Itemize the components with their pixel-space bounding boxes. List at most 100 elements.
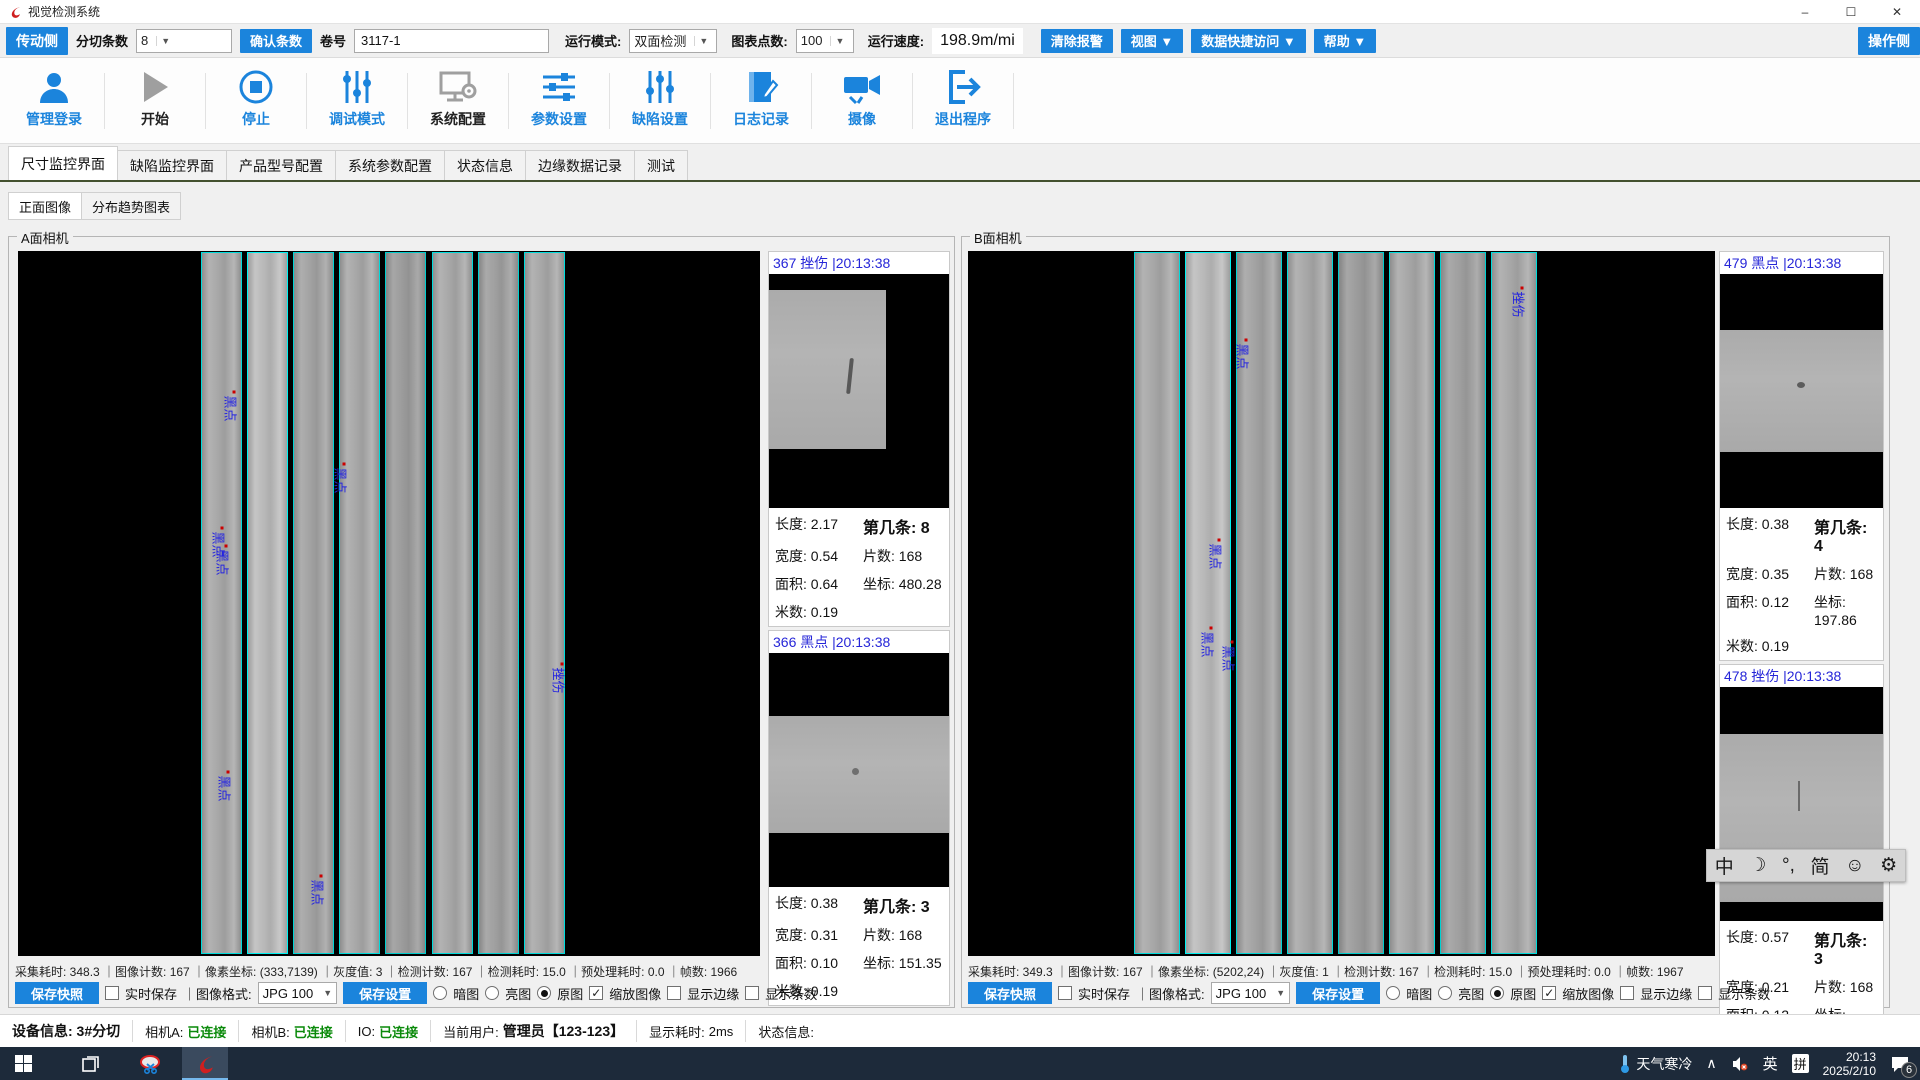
- stat-strip-no: 第几条: 4: [1814, 514, 1877, 556]
- defect-settings-button[interactable]: 缺陷设置: [616, 65, 704, 137]
- bright-image-radio[interactable]: [485, 986, 499, 1000]
- ime-chinese-mode[interactable]: 中: [1715, 852, 1734, 879]
- chart-points-select[interactable]: 100▼: [796, 29, 854, 53]
- film-strip: [1134, 252, 1180, 954]
- notification-center-button[interactable]: 6: [1890, 1055, 1910, 1073]
- ime-indicator[interactable]: 拼: [1792, 1054, 1809, 1073]
- punctuation-mode-icon[interactable]: °,: [1782, 855, 1795, 877]
- image-format-value: JPG 100: [263, 986, 314, 1001]
- volume-muted-icon[interactable]: [1731, 1056, 1749, 1072]
- film-strip: [1185, 252, 1231, 954]
- roll-number-input[interactable]: 3117-1: [354, 29, 549, 53]
- bright-image-radio[interactable]: [1438, 986, 1452, 1000]
- close-button[interactable]: ✕: [1874, 0, 1920, 24]
- tab-status-info[interactable]: 状态信息: [444, 150, 526, 180]
- tab-test[interactable]: 测试: [634, 150, 688, 180]
- moon-icon[interactable]: ☽: [1749, 854, 1766, 877]
- play-icon: [138, 65, 172, 105]
- realtime-save-checkbox[interactable]: [105, 986, 119, 1000]
- realtime-save-label: 实时保存: [1078, 984, 1130, 1003]
- defect-mark: [1797, 382, 1805, 388]
- tab-system-params[interactable]: 系统参数配置: [335, 150, 445, 180]
- zoom-image-checkbox[interactable]: ✓: [1542, 986, 1556, 1000]
- main-tab-bar: 尺寸监控界面 缺陷监控界面 产品型号配置 系统参数配置 状态信息 边缘数据记录 …: [8, 150, 687, 180]
- sliders-vertical-icon: [642, 65, 678, 105]
- log-record-button[interactable]: 日志记录: [717, 65, 805, 137]
- display-time-label: 显示耗时:: [649, 1022, 705, 1041]
- dark-image-radio[interactable]: [1386, 986, 1400, 1000]
- subtab-trend-chart[interactable]: 分布趋势图表: [81, 192, 181, 220]
- run-mode-value: 双面检测: [634, 31, 686, 50]
- start-button[interactable]: 开始: [111, 65, 199, 137]
- tab-product-model[interactable]: 产品型号配置: [226, 150, 336, 180]
- show-strips-checkbox[interactable]: [745, 986, 759, 1000]
- original-image-label: 原图: [1510, 984, 1536, 1003]
- language-indicator[interactable]: 英: [1763, 1053, 1778, 1074]
- user-icon: [36, 65, 72, 105]
- film-strip: [293, 252, 334, 954]
- task-view-button[interactable]: [68, 1047, 114, 1080]
- zoom-image-label: 缩放图像: [1562, 984, 1614, 1003]
- help-menu-button[interactable]: 帮助 ▼: [1314, 29, 1376, 53]
- image-format-select[interactable]: JPG 100▼: [1211, 982, 1291, 1004]
- system-config-button[interactable]: 系统配置: [414, 65, 502, 137]
- login-button[interactable]: 管理登录: [10, 65, 98, 137]
- show-edge-checkbox[interactable]: [667, 986, 681, 1000]
- command-bar: 传动侧 分切条数 8▼ 确认条数 卷号 3117-1 运行模式: 双面检测▼ 图…: [0, 24, 1920, 58]
- operate-side-button[interactable]: 操作侧: [1858, 27, 1920, 55]
- image-format-select[interactable]: JPG 100▼: [258, 982, 338, 1004]
- tray-expand-button[interactable]: ∧: [1706, 1055, 1716, 1072]
- clear-alarm-button[interactable]: 清除报警: [1041, 29, 1113, 53]
- drive-side-button[interactable]: 传动侧: [6, 27, 68, 55]
- clock[interactable]: 20:13 2025/2/10: [1823, 1050, 1876, 1078]
- slit-count-value: 8: [141, 33, 148, 48]
- show-edge-checkbox[interactable]: [1620, 986, 1634, 1000]
- zoom-image-checkbox[interactable]: ✓: [589, 986, 603, 1000]
- run-mode-select[interactable]: 双面检测▼: [629, 29, 717, 53]
- slit-count-select[interactable]: 8▼: [136, 29, 232, 53]
- simplified-mode[interactable]: 简: [1811, 852, 1830, 879]
- original-image-radio[interactable]: [1490, 986, 1504, 1000]
- maximize-button[interactable]: ☐: [1828, 0, 1874, 24]
- tab-defect-monitor[interactable]: 缺陷监控界面: [117, 150, 227, 180]
- minimize-button[interactable]: –: [1782, 0, 1828, 24]
- show-strips-checkbox[interactable]: [1698, 986, 1712, 1000]
- save-settings-button[interactable]: 保存设置: [1296, 982, 1380, 1004]
- realtime-save-checkbox[interactable]: [1058, 986, 1072, 1000]
- debug-mode-button[interactable]: 调试模式: [313, 65, 401, 137]
- camera-a-conn-label: 相机A:: [145, 1022, 183, 1041]
- dark-image-radio[interactable]: [433, 986, 447, 1000]
- stop-button[interactable]: 停止: [212, 65, 300, 137]
- film-strip: [1491, 252, 1537, 954]
- snipping-tool-button[interactable]: [128, 1047, 174, 1080]
- show-edge-label: 显示边缘: [1640, 984, 1692, 1003]
- tab-size-monitor[interactable]: 尺寸监控界面: [8, 146, 118, 180]
- defect-header: 479 黑点 |20:13:38: [1720, 252, 1883, 274]
- save-settings-button[interactable]: 保存设置: [343, 982, 427, 1004]
- save-snapshot-button[interactable]: 保存快照: [15, 982, 99, 1004]
- subtab-front-image[interactable]: 正面图像: [8, 192, 82, 220]
- save-snapshot-button[interactable]: 保存快照: [968, 982, 1052, 1004]
- view-menu-button[interactable]: 视图 ▼: [1121, 29, 1183, 53]
- gear-icon[interactable]: ⚙: [1880, 854, 1897, 877]
- divider: [104, 73, 105, 129]
- data-quick-access-button[interactable]: 数据快捷访问 ▼: [1191, 29, 1305, 53]
- original-image-radio[interactable]: [537, 986, 551, 1000]
- stat-width: 宽度: 0.54: [775, 546, 863, 566]
- icon-toolbar: 管理登录 开始 停止 调试模式 系统配置 参数设置 缺陷设置 日志记录 摄像 退…: [0, 58, 1920, 144]
- confirm-count-button[interactable]: 确认条数: [240, 29, 312, 53]
- defect-marker: 黑点: [332, 467, 351, 493]
- slit-count-label: 分切条数: [76, 31, 128, 50]
- emoji-icon[interactable]: ☺: [1845, 855, 1864, 877]
- tool-label: 缺陷设置: [632, 109, 688, 129]
- tab-edge-data[interactable]: 边缘数据记录: [525, 150, 635, 180]
- exit-program-button[interactable]: 退出程序: [919, 65, 1007, 137]
- chevron-down-icon: ▼: [1276, 988, 1285, 998]
- weather-indicator[interactable]: 天气寒冷: [1618, 1054, 1692, 1074]
- vision-app-taskbar-button[interactable]: [182, 1047, 228, 1080]
- show-strips-label: 显示条数: [765, 984, 817, 1003]
- stat-length: 长度: 0.57: [1726, 927, 1814, 969]
- capture-button[interactable]: 摄像: [818, 65, 906, 137]
- parameter-settings-button[interactable]: 参数设置: [515, 65, 603, 137]
- start-menu-button[interactable]: [0, 1047, 46, 1080]
